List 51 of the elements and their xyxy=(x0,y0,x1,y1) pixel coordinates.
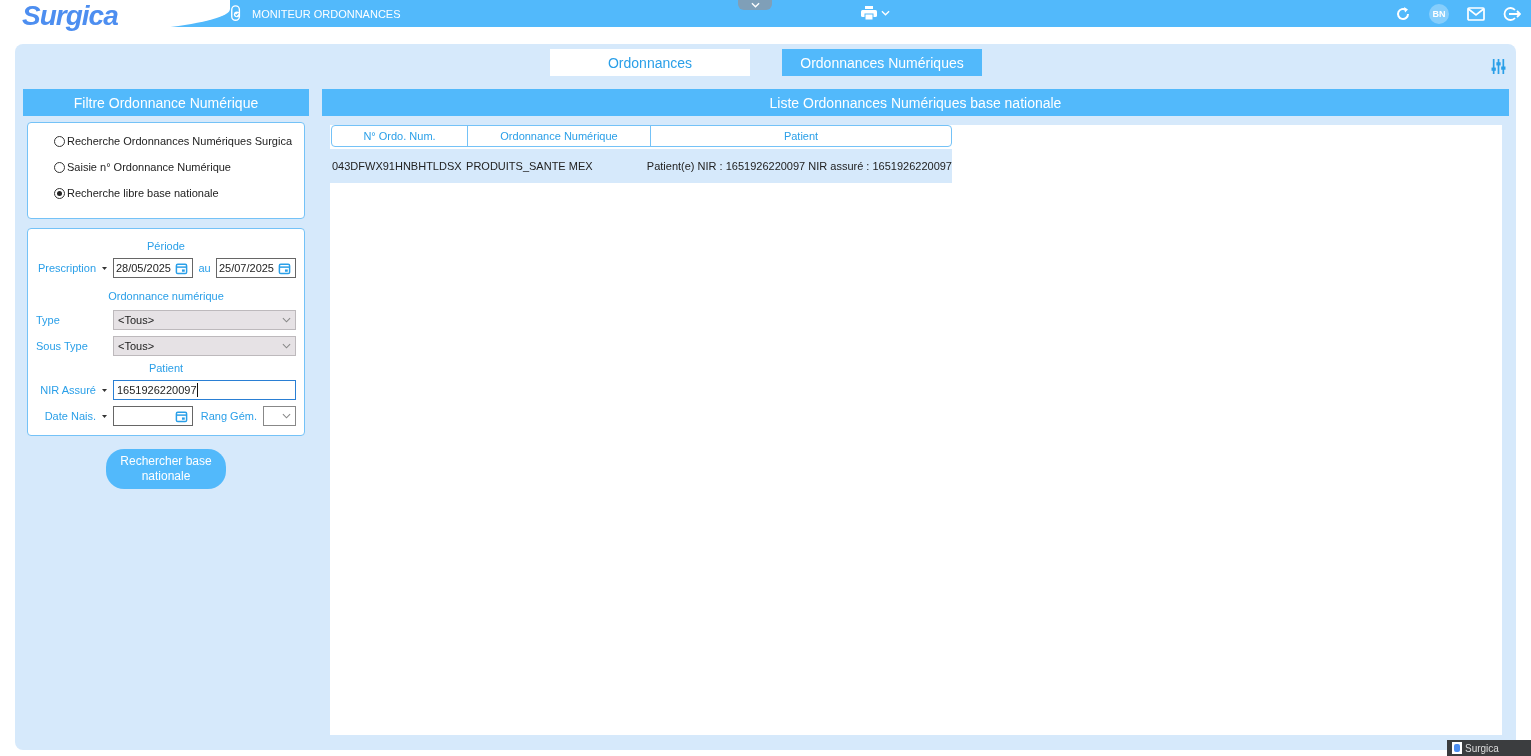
radio-button[interactable] xyxy=(54,187,65,199)
caret-down-icon[interactable] xyxy=(102,389,107,392)
date-field[interactable]: 28/05/2025 xyxy=(113,258,193,278)
radio-button[interactable] xyxy=(54,161,65,173)
chevron-down-icon xyxy=(282,413,291,419)
date-field[interactable] xyxy=(113,406,193,426)
section-heading: Période xyxy=(146,239,186,254)
collapse-handle[interactable] xyxy=(738,0,772,10)
date-field[interactable]: 25/07/2025 xyxy=(216,258,296,278)
radio-option[interactable]: Recherche libre base nationale xyxy=(54,186,304,200)
caret-down-icon[interactable] xyxy=(102,267,107,270)
chevron-down-icon xyxy=(750,2,760,8)
panel-title: Filtre Ordonnance Numérique xyxy=(23,89,309,116)
dropdown[interactable]: <Tous> xyxy=(113,310,296,330)
radio-button[interactable] xyxy=(54,135,65,147)
module-title: MONITEUR ORDONNANCES xyxy=(252,7,401,20)
caret-down-icon[interactable] xyxy=(102,415,107,418)
radio-option[interactable]: Recherche Ordonnances Numériques Surgica xyxy=(54,134,304,148)
table-cell-text: PRODUITS_SANTE MEX xyxy=(465,160,594,172)
section-heading: Patient xyxy=(147,361,185,376)
field-label: Prescription xyxy=(37,262,96,274)
printer-icon xyxy=(861,6,877,20)
field-label: Sous Type xyxy=(36,340,89,352)
table-row[interactable]: 043DFWX91HNBHTLDSX PRODUITS_SANTE MEX Patient(e) NIR : 1651926220097 NIR assuré : 1651926220097 xyxy=(330,149,952,183)
chevron-down-icon xyxy=(881,10,890,16)
radio-label: Recherche Ordonnances Numériques Surgica xyxy=(67,135,292,147)
table-cell-text: 043DFWX91HNBHTLDSX xyxy=(331,160,463,172)
chevron-down-icon xyxy=(282,343,291,349)
radio-label: Saisie n° Ordonnance Numérique xyxy=(67,161,231,173)
field-label: Type xyxy=(36,314,61,326)
input-field[interactable]: 1651926220097 xyxy=(113,380,296,400)
section-heading: Ordonnance numérique xyxy=(107,289,225,304)
field-label: NIR Assuré xyxy=(40,384,96,396)
calendar-icon xyxy=(278,261,291,275)
radio-option[interactable]: Saisie n° Ordonnance Numérique xyxy=(54,160,304,174)
chevron-down-icon xyxy=(282,317,291,323)
taskbar-item[interactable]: Surgica xyxy=(1447,740,1531,756)
range-separator: au xyxy=(197,262,212,274)
app-icon xyxy=(1452,742,1462,754)
field-label: Rang Gém. xyxy=(200,410,257,422)
calendar-icon xyxy=(175,409,188,423)
field-label: Date Nais. xyxy=(44,410,96,422)
dropdown[interactable]: <Tous> xyxy=(113,336,296,356)
text-cursor xyxy=(196,383,198,397)
panel-title: Liste Ordonnances Numériques base nationale xyxy=(322,89,1509,116)
logo: Surgica xyxy=(22,1,118,31)
sliders-icon[interactable] xyxy=(1491,59,1506,74)
table-cell-text: Patient(e) NIR : 1651926220097 NIR assuré : 1651926220097 xyxy=(645,160,952,172)
dropdown[interactable] xyxy=(263,406,296,426)
radio-label: Recherche libre base nationale xyxy=(67,187,219,199)
calendar-icon xyxy=(175,261,188,275)
